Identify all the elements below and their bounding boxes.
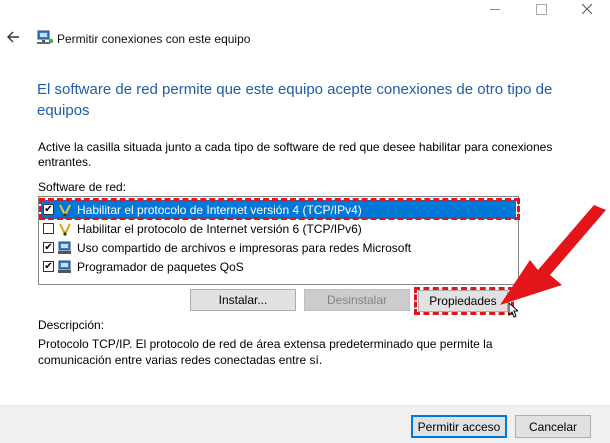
close-button[interactable] <box>564 0 610 18</box>
checkbox-qos[interactable]: ✔ <box>43 261 54 272</box>
install-button[interactable]: Instalar... <box>190 289 296 311</box>
item-label: Habilitar el protocolo de Internet versi… <box>77 221 362 236</box>
list-item-file-sharing[interactable]: ✔ Uso compartido de archivos e impresora… <box>41 238 516 257</box>
mouse-cursor-icon <box>508 302 518 318</box>
minimize-button[interactable] <box>472 0 518 18</box>
network-software-label: Software de red: <box>38 180 127 194</box>
network-connections-icon <box>37 30 54 44</box>
description-label: Descripción: <box>38 318 105 332</box>
checkbox-file-sharing[interactable]: ✔ <box>43 242 54 253</box>
list-item-tcpipv6[interactable]: Habilitar el protocolo de Internet versi… <box>41 219 516 238</box>
uninstall-button[interactable]: Desinstalar <box>304 289 410 311</box>
item-label: Uso compartido de archivos e impresoras … <box>77 240 412 255</box>
network-service-icon <box>58 241 71 254</box>
annotation-highlight-tcpipv4 <box>39 198 520 220</box>
checkbox-tcpipv6[interactable] <box>43 223 54 234</box>
network-protocol-icon <box>59 223 71 236</box>
page-heading: El software de red permite que este equi… <box>37 81 553 119</box>
description-text: Protocolo TCP/IP. El protocolo de red de… <box>38 337 493 367</box>
maximize-button[interactable] <box>518 0 564 18</box>
minimize-icon <box>490 8 500 10</box>
back-arrow-icon[interactable] <box>6 30 20 44</box>
list-item-qos[interactable]: ✔ Programador de paquetes QoS <box>41 257 516 276</box>
instructions-text: Active la casilla situada junto a cada t… <box>38 140 553 169</box>
cancel-button[interactable]: Cancelar <box>515 415 591 438</box>
close-icon <box>582 4 592 14</box>
network-service-icon <box>58 260 71 273</box>
allow-access-button[interactable]: Permitir acceso <box>411 415 507 438</box>
window-title: Permitir conexiones con este equipo <box>57 32 251 46</box>
maximize-icon <box>535 3 547 15</box>
item-label: Programador de paquetes QoS <box>77 259 244 274</box>
